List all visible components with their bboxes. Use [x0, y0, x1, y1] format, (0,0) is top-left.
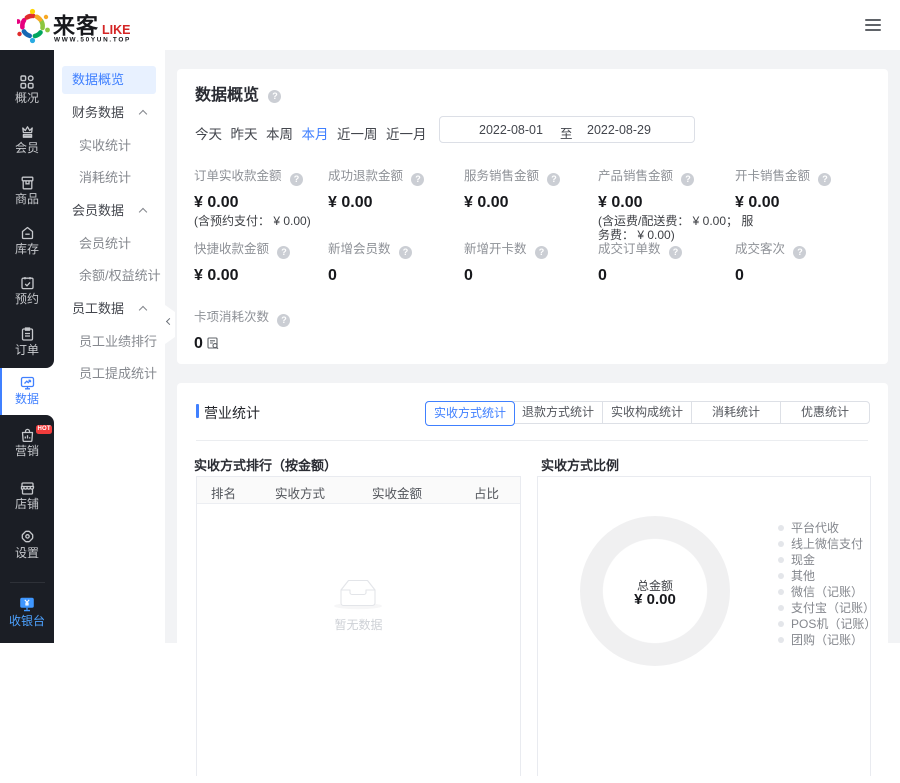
svg-text:来客: 来客 [52, 14, 99, 39]
svg-text:LIKE: LIKE [102, 23, 130, 37]
svg-text:WWW.50YUN.TOP: WWW.50YUN.TOP [54, 37, 131, 44]
